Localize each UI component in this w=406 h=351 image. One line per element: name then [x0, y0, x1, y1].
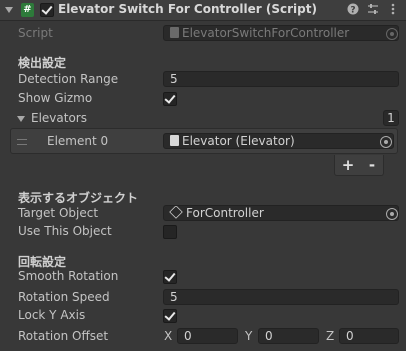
rotation-speed-label: Rotation Speed [18, 290, 110, 304]
script-field-value: ElevatorSwitchForController [182, 26, 350, 40]
elevators-foldout-arrow-icon[interactable] [17, 116, 25, 122]
rotation-offset-x-input[interactable]: 0 [177, 328, 238, 344]
x-axis-label: X [164, 329, 173, 343]
help-icon[interactable]: ? [346, 3, 359, 16]
script-file-icon [170, 27, 179, 38]
smooth-rotation-label: Smooth Rotation [18, 269, 119, 283]
component-enabled-checkbox[interactable] [40, 3, 54, 17]
script-icon: # [21, 3, 34, 17]
y-axis-label: Y [245, 329, 253, 343]
smooth-rotation-checkbox[interactable] [163, 270, 177, 284]
rotation-offset-y-input[interactable]: 0 [258, 328, 319, 344]
lock-y-axis-checkbox[interactable] [163, 309, 177, 323]
element-0-field[interactable]: Elevator (Elevator) [163, 133, 394, 149]
element-0-value: Elevator (Elevator) [182, 134, 295, 148]
presets-icon[interactable] [366, 3, 379, 16]
target-object-picker-icon[interactable] [386, 208, 398, 220]
remove-element-button[interactable]: - [360, 155, 384, 175]
target-object-label: Target Object [18, 206, 99, 220]
detection-range-label: Detection Range [18, 72, 119, 86]
elevators-count-field[interactable]: 1 [383, 110, 399, 126]
checkmark-icon [164, 309, 176, 321]
use-this-object-label: Use This Object [18, 224, 112, 238]
script-field[interactable]: ElevatorSwitchForController [163, 25, 399, 41]
show-gizmo-label: Show Gizmo [18, 91, 93, 105]
checkmark-icon [41, 3, 53, 15]
more-icon[interactable] [386, 3, 399, 16]
checkmark-icon [164, 270, 176, 282]
detection-range-input[interactable]: 5 [163, 71, 399, 87]
rotation-section-header: 回転設定 [18, 255, 67, 269]
add-element-button[interactable]: + [336, 155, 360, 175]
z-axis-label: Z [326, 329, 335, 343]
element-0-label: Element 0 [47, 134, 109, 148]
list-add-remove-box: + - [334, 155, 384, 176]
drag-handle-icon[interactable] [17, 139, 27, 145]
show-gizmo-checkbox[interactable] [163, 92, 177, 106]
detection-section-header: 検出設定 [18, 56, 67, 70]
lock-y-axis-label: Lock Y Axis [18, 308, 86, 322]
script-label: Script [18, 26, 53, 40]
component-title: Elevator Switch For Controller (Script) [58, 2, 317, 16]
svg-text:?: ? [350, 6, 355, 16]
component-header: # Elevator Switch For Controller (Script… [0, 0, 406, 21]
rotation-offset-label: Rotation Offset [18, 329, 109, 343]
use-this-object-checkbox[interactable] [163, 225, 177, 239]
foldout-arrow-icon[interactable] [5, 7, 13, 13]
script-file-icon [170, 135, 179, 146]
display-section-header: 表示するオブジェクト [18, 191, 139, 205]
target-object-field[interactable]: ForController [163, 205, 399, 221]
script-picker-icon [386, 28, 398, 40]
rotation-offset-z-input[interactable]: 0 [339, 328, 399, 344]
checkmark-icon [164, 92, 176, 104]
element-0-picker-icon[interactable] [380, 136, 392, 148]
gameobject-icon [169, 206, 183, 219]
target-object-value: ForController [186, 206, 264, 220]
rotation-speed-input[interactable]: 5 [163, 289, 399, 305]
elevators-label: Elevators [31, 111, 87, 125]
